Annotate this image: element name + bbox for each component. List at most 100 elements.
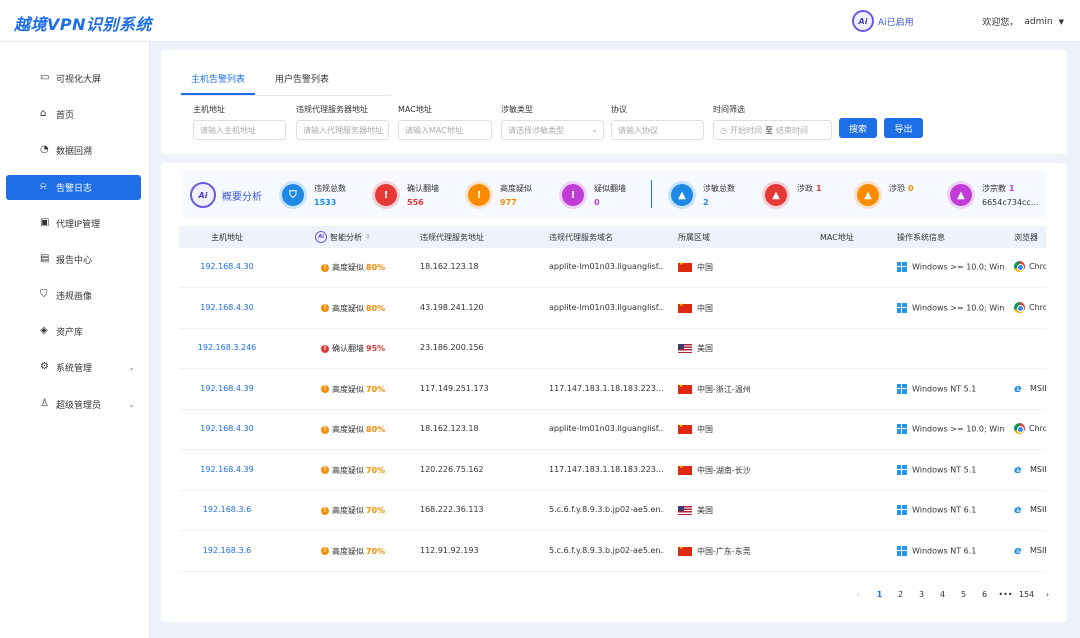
table-row[interactable]: 192.168.4.30! 高度疑似 80% 18.162.123.18 applite… — [179, 248, 1046, 288]
sidebar-item-7[interactable]: ◈ 资产库 — [6, 319, 141, 344]
page-5-button[interactable]: 5 — [953, 590, 974, 599]
chevron-down-icon: ⌄ — [128, 400, 135, 409]
time-range-picker[interactable]: ◷ 开始时间 至 结束时间 — [713, 120, 832, 140]
host-address[interactable]: 192.168.3.6 — [179, 546, 275, 555]
stat-label: 确认翻墙 — [407, 183, 439, 194]
mac-filter-label: MAC地址 — [398, 105, 432, 114]
sidebar-item-6[interactable]: ⛉ 违规画像 — [6, 283, 141, 308]
user-admin-icon: ♙ — [40, 398, 49, 409]
prev-page-button[interactable]: ‹ — [848, 590, 869, 599]
page-3-button[interactable]: 3 — [911, 590, 932, 599]
region: 中国 — [678, 424, 713, 435]
username: admin — [1024, 16, 1053, 27]
proxy-input[interactable]: 请输入代理服务器地址 — [296, 120, 389, 140]
host-address[interactable]: 192.168.4.39 — [179, 465, 275, 474]
sidebar-item-9[interactable]: ♙ 超级管理员 ⌄ — [6, 392, 141, 417]
table-row[interactable]: 192.168.3.6! 高度疑似 70% 168.222.36.113 5.c.6.f… — [179, 491, 1046, 531]
ai-analysis: ! 高度疑似 80% — [321, 262, 385, 273]
ai-analysis: ! 高度疑似 70% — [321, 384, 385, 395]
alert-dot-icon: ! — [321, 425, 329, 434]
page-1-button[interactable]: 1 — [869, 590, 890, 599]
sidebar-item-4[interactable]: ▣ 代理IP管理 — [6, 211, 141, 236]
chevron-down-icon: ⌄ — [128, 363, 135, 372]
col-ai-analysis[interactable]: Ai 智能分析 ⇕ — [315, 231, 371, 243]
table-row[interactable]: 192.168.4.39! 高度疑似 70% 120.226.75.162 117.14… — [179, 451, 1046, 491]
ai-status-badge[interactable]: Ai Ai已启用 — [852, 10, 914, 32]
host-address[interactable]: 192.168.3.6 — [179, 505, 275, 514]
host-address[interactable]: 192.168.4.30 — [179, 424, 275, 433]
page-ellipsis[interactable]: ••• — [995, 590, 1016, 599]
host-address[interactable]: 192.168.4.30 — [179, 262, 275, 271]
clock-icon: ◷ — [720, 125, 727, 135]
proxy-address: 112.91.92.193 — [420, 545, 479, 555]
page-6-button[interactable]: 6 — [974, 590, 995, 599]
host-address[interactable]: 192.168.3.246 — [179, 343, 275, 352]
os-label: Windows >= 10.0; Win64 — [912, 424, 1005, 434]
col-ai-analysis-label: 智能分析 — [330, 232, 362, 242]
settings-icon: ⚙ — [40, 361, 49, 372]
chevron-down-icon: ⌄ — [591, 125, 598, 134]
alert-dot-icon: ! — [321, 263, 329, 272]
stat-value: 2 — [703, 198, 709, 207]
chrome-icon — [1014, 261, 1025, 272]
welcome-text: 欢迎您， — [982, 18, 1019, 28]
china-flag-icon — [678, 384, 692, 394]
time-end: 结束时间 — [775, 125, 808, 135]
sidebar-item-5[interactable]: ▤ 报告中心 — [6, 247, 141, 272]
protocol-input[interactable]: 请输入协议 — [611, 120, 704, 140]
ai-status-label: Ai已启用 — [878, 17, 914, 28]
host-input[interactable]: 请输入主机地址 — [193, 120, 286, 140]
type-select[interactable]: 请选择涉敏类型 ⌄ — [501, 120, 604, 140]
table-row[interactable]: 192.168.4.39! 高度疑似 70% 117.149.251.173 117.1… — [179, 370, 1046, 410]
stat-label-text: 高度疑似 — [500, 184, 532, 193]
sidebar-item-0[interactable]: ▭ 可视化大屏 — [6, 66, 141, 91]
tab-user-alerts[interactable]: 用户告警列表 — [265, 72, 339, 95]
mac-input[interactable]: 请输入MAC地址 — [398, 120, 492, 140]
sidebar-item-label: 超级管理员 — [56, 401, 102, 411]
page-2-button[interactable]: 2 — [890, 590, 911, 599]
level-label: 高度疑似 — [332, 506, 364, 515]
table-row[interactable]: 192.168.3.6 ! 高度疑似 70% 112.91.92.193 5.c.6.f.… — [179, 532, 1046, 572]
table-row[interactable]: 192.168.4.30! 高度疑似 80% 43.198.241.120 applit… — [179, 289, 1046, 329]
sidebar-item-label: 告警日志 — [56, 184, 93, 194]
export-button[interactable]: 导出 — [884, 118, 923, 138]
os-info: Windows NT 6.1 — [897, 505, 1005, 515]
page-4-button[interactable]: 4 — [932, 590, 953, 599]
stat-label-text: 涉恐 — [889, 184, 905, 193]
sidebar-item-3[interactable]: ⍾ 告警日志 — [6, 175, 141, 200]
confidence-percent: 70% — [366, 546, 386, 556]
sidebar-item-label: 违规画像 — [56, 292, 93, 302]
table-row[interactable]: 192.168.4.30! 高度疑似 80% 18.162.123.18 applite… — [179, 410, 1046, 450]
alert-circle-icon: ! — [468, 184, 490, 206]
proxy-filter: 违规代理服务器地址 请输入代理服务器地址 — [296, 104, 389, 140]
ie-icon: e — [1014, 544, 1022, 556]
confidence-percent: 70% — [366, 465, 386, 475]
region: 中国 — [678, 303, 713, 314]
sidebar-item-8[interactable]: ⚙ 系统管理 ⌄ — [6, 355, 141, 380]
host-address[interactable]: 192.168.4.39 — [179, 384, 275, 393]
next-page-button[interactable]: › — [1037, 590, 1058, 599]
ie-icon: e — [1014, 504, 1022, 515]
sidebar-item-label: 首页 — [56, 111, 75, 121]
user-menu[interactable]: 欢迎您， admin ▼ — [982, 15, 1064, 29]
proxy-domain: 5.c.6.f.y.8.9.3.b.jp02-ae5.en... — [549, 505, 664, 514]
table-row[interactable]: 192.168.3.246! 确认翻墙 95% 23.186.200.156 美国 — [179, 329, 1046, 369]
alert-dot-icon: ! — [321, 385, 329, 393]
browser-label: Chro — [1029, 262, 1046, 271]
ai-analysis: ! 高度疑似 70% — [321, 546, 385, 557]
search-button[interactable]: 搜索 — [839, 118, 877, 138]
browser-info: e MSIE — [1014, 383, 1046, 394]
alert-dot-icon: ! — [321, 506, 329, 515]
browser-info: Chro — [1014, 301, 1046, 313]
sidebar-item-2[interactable]: ◔ 数据回溯 — [6, 138, 141, 163]
summary-divider — [651, 180, 652, 208]
china-flag-icon — [678, 303, 692, 313]
page-last-button[interactable]: 154 — [1016, 590, 1037, 599]
host-address[interactable]: 192.168.4.30 — [179, 303, 275, 312]
sidebar-item-1[interactable]: ⌂ 首页 — [6, 102, 141, 127]
confidence-percent: 80% — [366, 425, 386, 434]
sort-icon[interactable]: ⇕ — [365, 233, 371, 241]
ai-analysis: ! 高度疑似 80% — [321, 303, 385, 314]
proxy-domain: 5.c.6.f.y.8.9.3.b.jp02-ae5.en... — [549, 545, 664, 555]
tab-host-alerts[interactable]: 主机告警列表 — [181, 72, 256, 95]
